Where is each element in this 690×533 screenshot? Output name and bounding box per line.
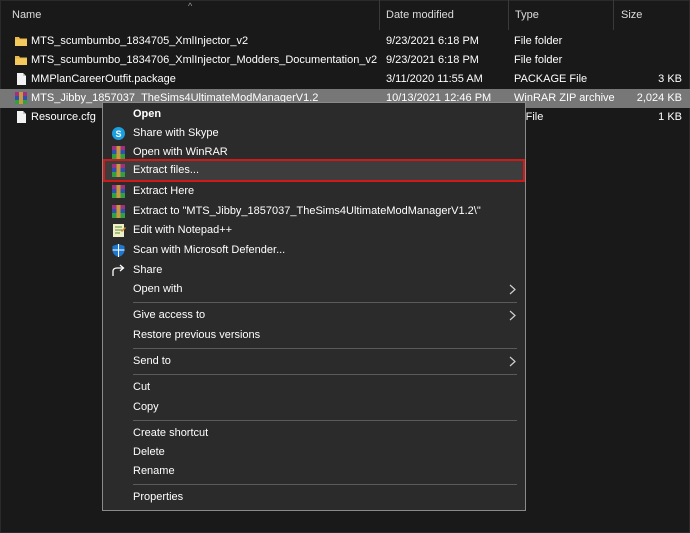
menu-item-extract-files[interactable]: Extract files... (103, 161, 525, 180)
file-date: 3/11/2020 11:55 AM (386, 73, 483, 85)
notepad-plus-plus-icon (113, 224, 126, 237)
menu-item-restore-versions[interactable]: Restore previous versions (103, 326, 525, 345)
chevron-right-icon (509, 356, 516, 367)
menu-item-label: Delete (133, 446, 165, 458)
menu-item-edit-notepad[interactable]: Edit with Notepad++ (103, 221, 525, 240)
menu-item-rename[interactable]: Rename (103, 462, 525, 481)
file-size: 2,024 KB (636, 92, 682, 104)
menu-divider (133, 374, 517, 375)
menu-item-extract-here[interactable]: Extract Here (103, 182, 525, 201)
menu-item-label: Properties (133, 491, 184, 503)
column-divider[interactable] (508, 0, 509, 30)
sort-up-icon: ^ (188, 1, 193, 11)
column-type[interactable]: Type (515, 0, 539, 30)
menu-item-copy[interactable]: Copy (103, 398, 525, 417)
file-date: 9/23/2021 6:18 PM (386, 35, 479, 47)
menu-divider (133, 302, 517, 303)
menu-item-label: Copy (133, 401, 159, 413)
file-name: MMPlanCareerOutfit.package (31, 73, 176, 85)
menu-item-delete[interactable]: Delete (103, 443, 525, 462)
menu-item-label: Extract files... (133, 164, 200, 176)
menu-divider (133, 348, 517, 349)
file-type: PACKAGE File (514, 73, 588, 85)
file-name: Resource.cfg (31, 111, 96, 123)
menu-item-label: Create shortcut (133, 427, 209, 439)
menu-item-label: Scan with Microsoft Defender... (133, 244, 286, 256)
menu-item-properties[interactable]: Properties (103, 488, 525, 507)
column-name[interactable]: Name (12, 0, 41, 30)
menu-item-create-shortcut[interactable]: Create shortcut (103, 424, 525, 443)
menu-divider (133, 420, 517, 421)
winrar-icon (15, 92, 27, 104)
menu-item-label: Share with Skype (133, 127, 219, 139)
menu-item-open-with[interactable]: Open with (103, 280, 525, 299)
menu-divider (133, 484, 517, 485)
menu-item-cut[interactable]: Cut (103, 378, 525, 397)
file-name: MTS_scumbumbo_1834706_XmlInjector_Modder… (31, 54, 378, 66)
file-icon (17, 111, 26, 123)
file-size: 3 KB (658, 73, 682, 85)
menu-item-share-skype[interactable]: S Share with Skype (103, 124, 525, 143)
menu-item-label: Give access to (133, 309, 206, 321)
file-date: 9/23/2021 6:18 PM (386, 54, 479, 66)
folder-icon (15, 56, 27, 65)
file-type: WinRAR ZIP archive (514, 92, 615, 104)
menu-item-label: Extract to "MTS_Jibby_1857037_TheSims4Ul… (133, 205, 481, 217)
svg-text:S: S (115, 129, 121, 139)
file-size: 1 KB (658, 111, 682, 123)
winrar-icon (112, 164, 125, 177)
winrar-icon (112, 146, 125, 159)
chevron-right-icon (509, 310, 516, 321)
file-name: MTS_scumbumbo_1834705_XmlInjector_v2 (31, 35, 249, 47)
menu-item-label: Rename (133, 465, 175, 477)
menu-item-give-access[interactable]: Give access to (103, 306, 525, 325)
share-icon (112, 264, 125, 276)
folder-icon (15, 37, 27, 46)
file-row[interactable]: MTS_scumbumbo_1834705_XmlInjector_v2 9/2… (0, 32, 690, 51)
file-row[interactable]: MTS_scumbumbo_1834706_XmlInjector_Modder… (0, 51, 690, 70)
menu-item-open[interactable]: Open (103, 105, 525, 124)
file-type: File folder (514, 35, 563, 47)
column-divider[interactable] (379, 0, 380, 30)
column-date-modified[interactable]: Date modified (386, 0, 454, 30)
menu-item-label: Open (133, 108, 162, 120)
menu-item-label: Send to (133, 355, 171, 367)
menu-item-label: Share (133, 264, 163, 276)
menu-item-label: Restore previous versions (133, 329, 261, 341)
menu-item-label: Cut (133, 381, 151, 393)
menu-item-label: Extract Here (133, 185, 195, 197)
chevron-right-icon (509, 284, 516, 295)
winrar-icon (112, 205, 125, 218)
column-size[interactable]: Size (621, 0, 642, 30)
skype-icon: S (112, 127, 125, 140)
file-row[interactable]: MMPlanCareerOutfit.package 3/11/2020 11:… (0, 70, 690, 89)
menu-item-send-to[interactable]: Send to (103, 352, 525, 371)
column-header: Name ^ Date modified Type Size (0, 0, 690, 30)
menu-item-extract-to[interactable]: Extract to "MTS_Jibby_1857037_TheSims4Ul… (103, 202, 525, 221)
context-menu: Open S Share with Skype Open with WinRAR… (102, 102, 526, 511)
menu-item-label: Edit with Notepad++ (133, 224, 233, 236)
winrar-icon (112, 185, 125, 198)
menu-item-scan-defender[interactable]: Scan with Microsoft Defender... (103, 241, 525, 260)
defender-shield-icon (112, 244, 125, 257)
menu-item-label: Open with (133, 283, 183, 295)
menu-item-share[interactable]: Share (103, 261, 525, 280)
column-divider[interactable] (613, 0, 614, 30)
file-icon (17, 73, 26, 85)
file-type: File folder (514, 54, 563, 66)
